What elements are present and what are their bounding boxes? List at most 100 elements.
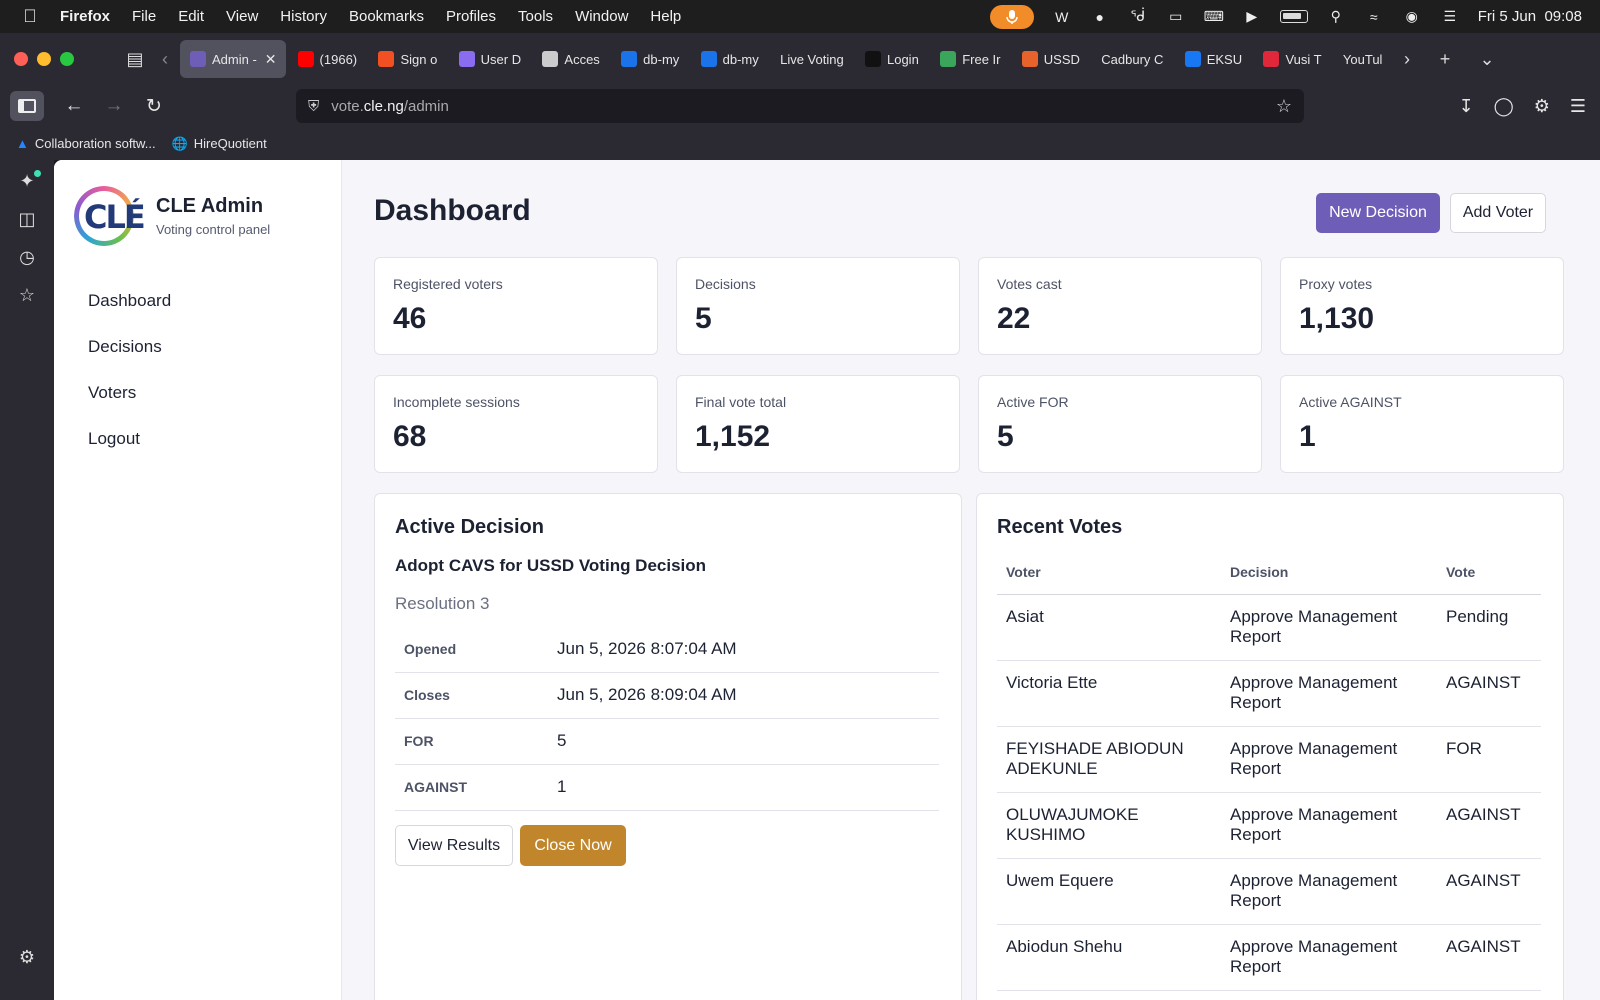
browser-tab[interactable]: User D — [449, 40, 531, 78]
bookmark-collaboration[interactable]: ▲ Collaboration softw... — [16, 136, 156, 151]
browser-nav-bar: ← → ↻ ⛨ vote.cle.ng/admin ☆ ↧ ◯ ⚙ ☰ — [0, 85, 1600, 127]
url-text[interactable]: vote.cle.ng/admin — [331, 98, 449, 115]
browser-tab[interactable]: Login — [855, 40, 928, 78]
cell-voter: FEYISHADE ABIODUN ADEKUNLE — [997, 726, 1221, 793]
close-window-button[interactable] — [14, 52, 28, 66]
tab-scroll-right-icon[interactable]: › — [1392, 49, 1422, 70]
view-results-button[interactable]: View Results — [395, 825, 513, 866]
play-icon[interactable]: ▶ — [1242, 8, 1262, 25]
tracking-shield-icon[interactable]: ⛨ — [308, 98, 319, 115]
downloads-icon[interactable]: ↧ — [1458, 96, 1473, 117]
menu-bookmarks[interactable]: Bookmarks — [349, 8, 424, 25]
screen-mirror-icon[interactable]: ▭ — [1166, 8, 1186, 25]
menu-tools[interactable]: Tools — [518, 8, 553, 25]
nav-decisions[interactable]: Decisions — [88, 334, 171, 380]
browser-tab[interactable]: (1966) — [288, 40, 367, 78]
sidebar-toggle-icon[interactable] — [10, 91, 44, 121]
browser-tab[interactable]: YouTul — [1333, 40, 1392, 78]
nav-dashboard[interactable]: Dashboard — [88, 288, 171, 334]
menubar-clock[interactable]: Fri 5 Jun 09:08 — [1478, 8, 1582, 25]
tab-favicon-icon — [297, 51, 314, 67]
settings-gear-icon[interactable]: ⚙ — [0, 938, 54, 976]
stat-proxy-votes: Proxy votes 1,130 — [1280, 257, 1564, 355]
extensions-icon[interactable]: ⚙ — [1534, 96, 1550, 117]
menu-file[interactable]: File — [132, 8, 156, 25]
browser-tab[interactable]: Live Voting — [770, 40, 853, 78]
browser-tab[interactable]: Admin - ✕ — [180, 40, 286, 78]
back-icon[interactable]: ← — [54, 95, 94, 117]
browser-tab[interactable]: db-my — [611, 40, 688, 78]
url-bar[interactable]: ⛨ vote.cle.ng/admin ☆ — [296, 89, 1304, 123]
new-decision-button[interactable]: New Decision — [1316, 193, 1440, 233]
app-menu-icon[interactable]: ☰ — [1570, 96, 1586, 117]
browser-tab[interactable]: Free Ir — [930, 40, 1010, 78]
browser-tab[interactable]: db-my — [691, 40, 768, 78]
browser-tab[interactable]: Sign o — [368, 40, 446, 78]
bookmark-hirequotient[interactable]: 🌐 HireQuotient — [172, 136, 267, 152]
detail-row-opened: Opened Jun 5, 2026 8:07:04 AM — [395, 626, 939, 673]
browser-tab[interactable]: EKSU — [1175, 40, 1252, 78]
history-icon[interactable]: ◷ — [0, 238, 54, 276]
tab-strip: Admin - ✕ (1966) Sign o User D Acces db-my db-m… — [180, 40, 1392, 78]
browser-tab[interactable]: USSD — [1012, 40, 1089, 78]
tab-overview-icon[interactable]: ▤ — [120, 49, 150, 70]
brand: CLÉ CLE Admin Voting control panel — [72, 184, 270, 248]
active-decision-title: Adopt CAVS for USSD Voting Decision — [395, 556, 707, 575]
tab-label: YouTul — [1342, 51, 1383, 67]
menu-edit[interactable]: Edit — [178, 8, 204, 25]
column-header-decision[interactable]: Decision — [1221, 550, 1437, 595]
menu-app-name[interactable]: Firefox — [60, 8, 110, 25]
tab-favicon-icon — [864, 51, 881, 67]
column-header-voter[interactable]: Voter — [997, 550, 1221, 595]
teams-icon[interactable]: ● — [1090, 9, 1110, 25]
microphone-icon[interactable] — [989, 4, 1034, 29]
menu-window[interactable]: Window — [575, 8, 628, 25]
battery-icon[interactable] — [1279, 10, 1308, 23]
tab-scroll-left-icon[interactable]: ‹ — [150, 49, 180, 70]
cell-vote: AGAINST — [1437, 924, 1541, 991]
table-row: Uwem Equere Approve Management Report AGAI… — [997, 858, 1541, 925]
cell-vote: AGAINST — [1437, 660, 1541, 727]
menu-history[interactable]: History — [280, 8, 327, 25]
menu-help[interactable]: Help — [650, 8, 681, 25]
forward-icon[interactable]: → — [94, 95, 134, 117]
apple-menu-icon[interactable]:  — [0, 6, 60, 27]
ai-chatbot-icon[interactable]: ✦ — [0, 162, 54, 200]
menu-view[interactable]: View — [226, 8, 258, 25]
column-header-vote[interactable]: Vote — [1437, 550, 1541, 595]
zoom-window-button[interactable] — [60, 52, 74, 66]
add-voter-button[interactable]: Add Voter — [1450, 193, 1546, 233]
browser-tab[interactable]: Cadbury C — [1091, 40, 1172, 78]
app-nav: Dashboard Decisions Voters Logout — [88, 288, 171, 472]
keyboard-icon[interactable]: ⌨ — [1204, 8, 1224, 25]
globe-icon: 🌐 — [171, 135, 188, 151]
browser-tab[interactable]: Vusi T — [1253, 40, 1330, 78]
bookmark-star-icon[interactable]: ☆ — [1276, 96, 1292, 117]
account-icon[interactable]: ◯ — [1494, 96, 1514, 117]
synced-tabs-icon[interactable]: ◫ — [0, 200, 54, 238]
close-now-button[interactable]: Close Now — [520, 825, 626, 866]
browser-tab[interactable]: Acces — [532, 40, 609, 78]
cell-vote: AGAINST — [1437, 792, 1541, 859]
minimize-window-button[interactable] — [37, 52, 51, 66]
active-decision-heading: Active Decision — [395, 516, 544, 538]
word-icon[interactable]: W — [1052, 9, 1072, 25]
nav-logout[interactable]: Logout — [88, 426, 171, 472]
cell-voter: Uwem Equere — [997, 858, 1221, 925]
bluetooth-icon[interactable]: ᖂ — [1128, 8, 1148, 25]
cell-decision: Approve Management Report — [1221, 858, 1437, 925]
siri-icon[interactable]: ◉ — [1402, 8, 1422, 25]
tab-close-icon[interactable]: ✕ — [265, 51, 277, 68]
control-center-icon[interactable]: ☰ — [1440, 8, 1460, 25]
wifi-icon[interactable]: ≈ — [1364, 9, 1384, 25]
list-all-tabs-icon[interactable]: ⌄ — [1472, 49, 1502, 70]
bookmarks-toolbar: ▲ Collaboration softw... 🌐 HireQuotient — [0, 127, 1600, 160]
nav-voters[interactable]: Voters — [88, 380, 171, 426]
reload-icon[interactable]: ↻ — [134, 95, 174, 118]
detail-row-for: FOR 5 — [395, 718, 939, 765]
new-tab-icon[interactable]: + — [1430, 49, 1460, 70]
search-icon[interactable]: ⚲ — [1326, 8, 1346, 25]
menu-profiles[interactable]: Profiles — [446, 8, 496, 25]
bookmarks-icon[interactable]: ☆ — [0, 276, 54, 314]
tab-label: Vusi T — [1285, 51, 1322, 67]
